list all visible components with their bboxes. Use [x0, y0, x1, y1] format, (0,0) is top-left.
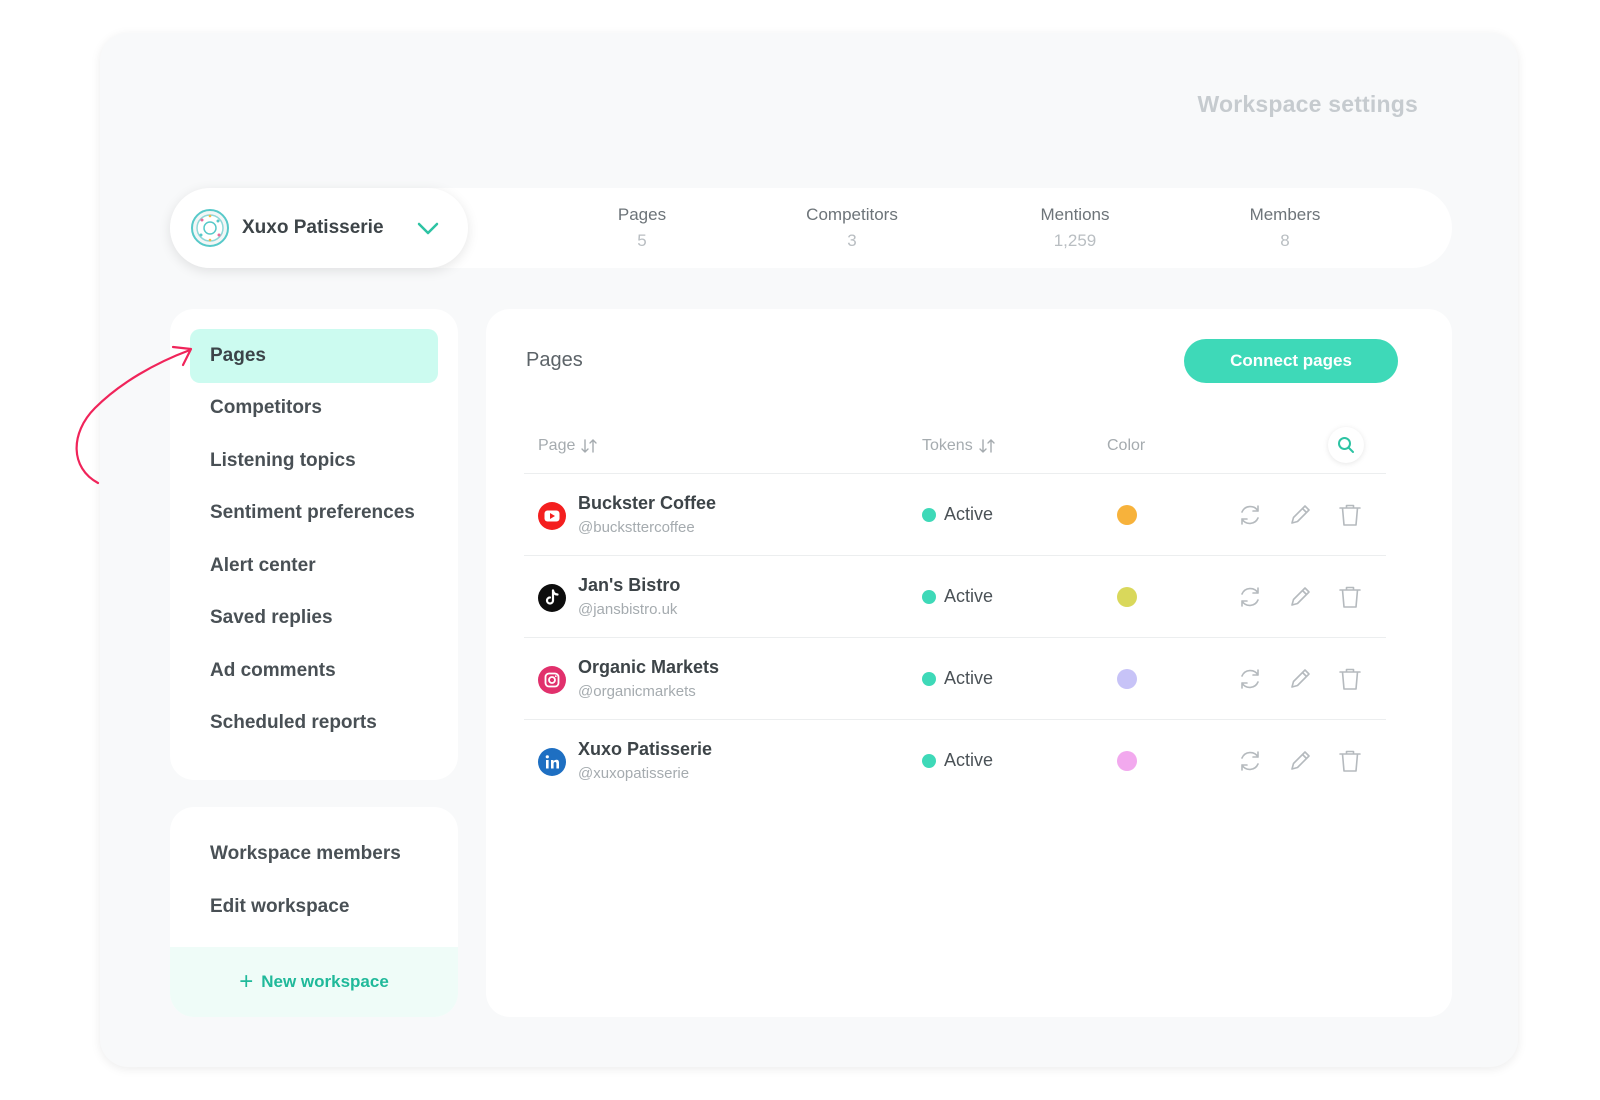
- nav-item-scheduled-reports[interactable]: Scheduled reports: [190, 696, 438, 750]
- nav-item-workspace-members[interactable]: Workspace members: [210, 843, 401, 865]
- status-dot: [922, 671, 936, 686]
- status-dot: [922, 507, 936, 522]
- stat-mentions: Mentions 1,259: [1040, 205, 1110, 250]
- search-button[interactable]: [1328, 427, 1364, 463]
- column-header-tokens[interactable]: Tokens: [922, 437, 995, 455]
- nav-item-listening-topics[interactable]: Listening topics: [190, 434, 438, 488]
- workspace-name: Xuxo Patisserie: [242, 217, 384, 238]
- edit-icon[interactable]: [1286, 747, 1314, 775]
- color-swatch[interactable]: [1117, 505, 1137, 525]
- table-row: Organic Markets @organicmarkets Active: [524, 638, 1386, 720]
- trash-icon[interactable]: [1336, 747, 1364, 775]
- sort-icon: [581, 439, 598, 453]
- sort-icon: [979, 439, 995, 453]
- color-swatch[interactable]: [1117, 751, 1137, 771]
- column-header-color: Color: [1107, 437, 1146, 454]
- page-name: Xuxo Patisserie: [578, 739, 713, 759]
- status-dot: [922, 589, 936, 604]
- nav-item-saved-replies[interactable]: Saved replies: [190, 591, 438, 645]
- edit-icon[interactable]: [1286, 665, 1314, 693]
- table-row: Buckster Coffee @bucksttercoffee Active: [524, 474, 1386, 556]
- tiktok-icon: [538, 584, 566, 612]
- nav-item-sentiment-preferences[interactable]: Sentiment preferences: [190, 486, 438, 540]
- stat-members: Members 8: [1249, 205, 1321, 250]
- table-row: Xuxo Patisserie @xuxopatisserie Active: [524, 720, 1386, 802]
- linkedin-icon: [538, 748, 566, 776]
- status-dot: [922, 753, 936, 768]
- trash-icon[interactable]: [1336, 583, 1364, 611]
- plus-icon: +: [239, 968, 254, 995]
- annotation-arrow-icon: [75, 345, 193, 485]
- refresh-icon[interactable]: [1236, 665, 1264, 693]
- settings-window: Workspace settings Xuxo Patisserie Pages…: [100, 33, 1518, 1067]
- nav-item-competitors[interactable]: Competitors: [190, 381, 438, 435]
- stat-pages: Pages 5: [617, 205, 667, 250]
- refresh-icon[interactable]: [1236, 583, 1264, 611]
- youtube-icon: [538, 502, 566, 530]
- search-icon: [1338, 437, 1354, 453]
- page-title: Workspace settings: [1197, 91, 1418, 117]
- panel-title: Pages: [526, 349, 583, 371]
- color-swatch[interactable]: [1117, 587, 1137, 607]
- edit-icon[interactable]: [1286, 583, 1314, 611]
- page-name: Buckster Coffee: [578, 493, 717, 513]
- workspace-nav: Workspace members Edit workspace + New w…: [170, 807, 458, 1017]
- stat-competitors: Competitors 3: [806, 205, 898, 250]
- page-handle: @xuxopatisserie: [578, 765, 690, 782]
- nav-item-pages[interactable]: Pages: [190, 329, 438, 383]
- nav-item-ad-comments[interactable]: Ad comments: [190, 644, 438, 698]
- instagram-icon: [538, 666, 566, 694]
- status-badge: Active: [922, 750, 993, 771]
- table-row: Jan's Bistro @jansbistro.uk Active: [524, 556, 1386, 638]
- refresh-icon[interactable]: [1236, 501, 1264, 529]
- page-name: Organic Markets: [578, 657, 720, 677]
- settings-nav: Pages Competitors Listening topics Senti…: [170, 309, 458, 780]
- status-badge: Active: [922, 586, 993, 607]
- page-handle: @organicmarkets: [578, 683, 696, 700]
- status-badge: Active: [922, 504, 993, 525]
- new-workspace-label: New workspace: [261, 972, 389, 991]
- edit-icon[interactable]: [1286, 501, 1314, 529]
- pages-panel: Pages Connect pages Page Tokens Color Bu…: [486, 309, 1452, 1017]
- donut-logo-icon: [191, 209, 229, 247]
- chevron-down-icon: [417, 222, 439, 235]
- column-header-page[interactable]: Page: [538, 437, 598, 455]
- status-badge: Active: [922, 668, 993, 689]
- page-name: Jan's Bistro: [578, 575, 681, 595]
- nav-item-edit-workspace[interactable]: Edit workspace: [210, 896, 349, 918]
- connect-pages-button[interactable]: Connect pages: [1184, 339, 1398, 383]
- trash-icon[interactable]: [1336, 665, 1364, 693]
- page-handle: @bucksttercoffee: [578, 519, 695, 536]
- workspace-selector[interactable]: Xuxo Patisserie: [170, 188, 468, 268]
- refresh-icon[interactable]: [1236, 747, 1264, 775]
- color-swatch[interactable]: [1117, 669, 1137, 689]
- page-handle: @jansbistro.uk: [578, 601, 678, 618]
- trash-icon[interactable]: [1336, 501, 1364, 529]
- new-workspace-button[interactable]: + New workspace: [170, 947, 458, 1017]
- nav-item-alert-center[interactable]: Alert center: [190, 539, 438, 593]
